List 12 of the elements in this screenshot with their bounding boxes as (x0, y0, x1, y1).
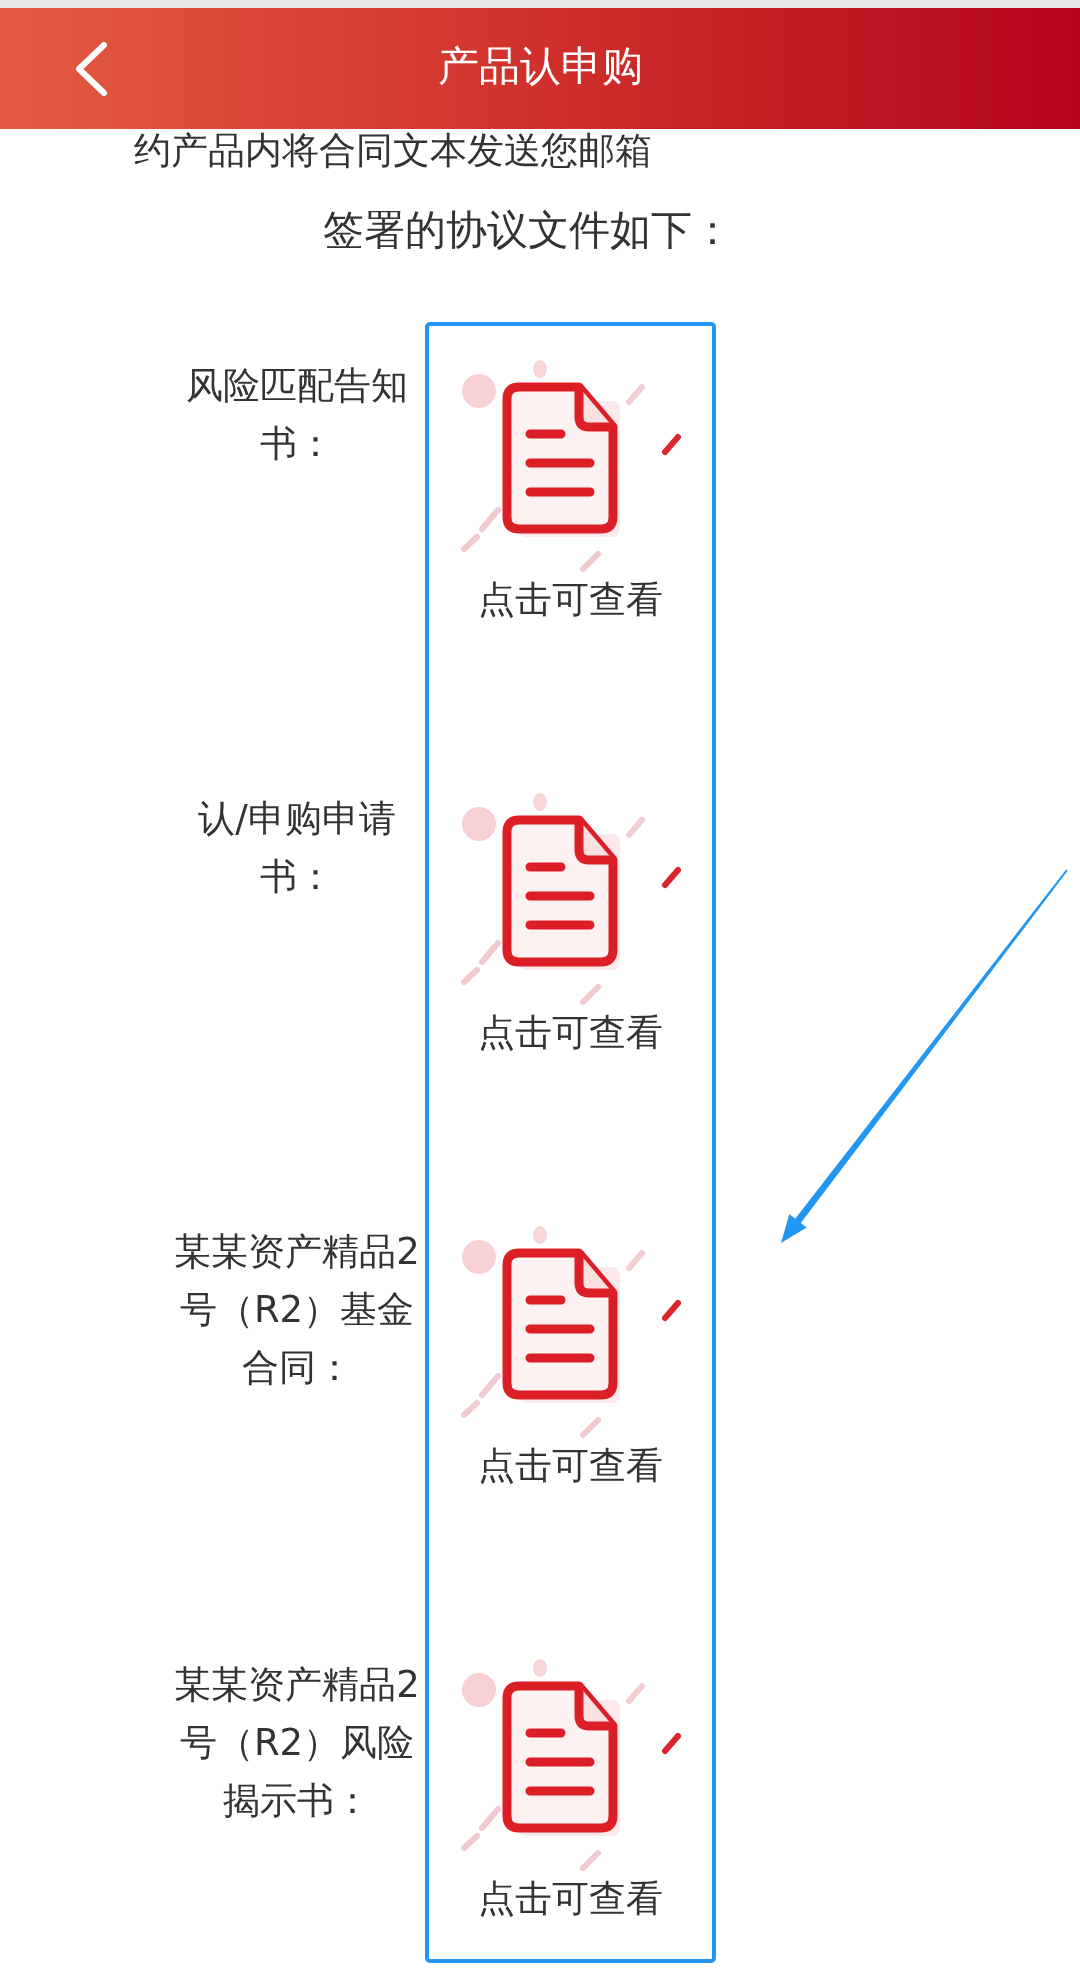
section-title: 签署的协议文件如下： (323, 205, 733, 256)
view-document-button[interactable]: 点击可查看 (457, 1658, 684, 1924)
document-label: 风险匹配告知书： (185, 363, 409, 467)
view-document-button[interactable]: 点击可查看 (457, 1225, 684, 1491)
view-document-button[interactable]: 点击可查看 (457, 792, 684, 1058)
document-label: 认/申购申请书： (197, 796, 397, 900)
document-label: 某某资产精品2号（R2）基金合同： (173, 1229, 421, 1391)
intro-text: 约产品内将合同文本发送您邮箱 (134, 129, 652, 173)
view-document-button[interactable]: 点击可查看 (457, 359, 684, 625)
document-label: 某某资产精品2号（R2）风险揭示书： (173, 1662, 421, 1824)
page-title: 产品认申购 (437, 40, 643, 92)
back-icon (74, 41, 108, 96)
